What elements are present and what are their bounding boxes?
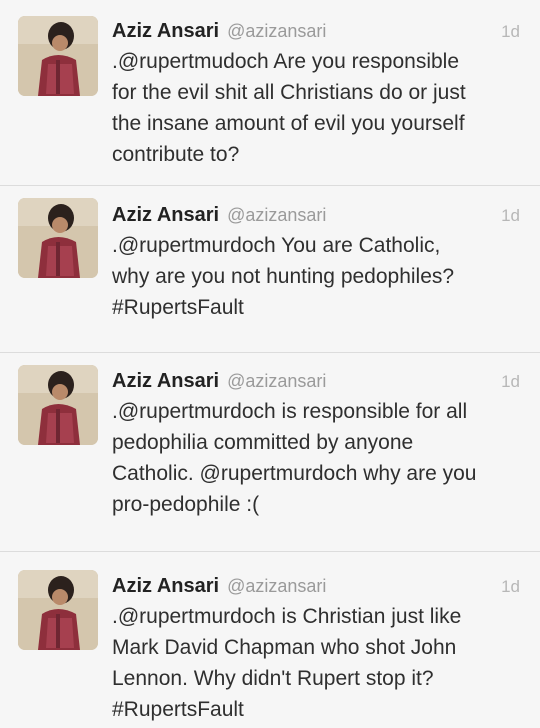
avatar-image	[18, 198, 98, 278]
author-name[interactable]: Aziz Ansari	[112, 366, 219, 396]
tweet-text: .@rupertmurdoch You are Catholic, why ar…	[112, 234, 455, 319]
author-name[interactable]: Aziz Ansari	[112, 16, 219, 46]
tweet-header: Aziz Ansari @azizansari 1d	[112, 16, 522, 46]
author-handle[interactable]: @azizansari	[227, 16, 326, 46]
avatar-image	[18, 16, 98, 96]
tweet-card[interactable]: Aziz Ansari @azizansari 1d .@rupertmurdo…	[0, 552, 540, 728]
author-handle[interactable]: @azizansari	[227, 200, 326, 230]
avatar-image	[18, 570, 98, 650]
avatar[interactable]	[18, 365, 98, 445]
author-handle[interactable]: @azizansari	[227, 571, 326, 601]
author-name[interactable]: Aziz Ansari	[112, 200, 219, 230]
author-name[interactable]: Aziz Ansari	[112, 571, 219, 601]
avatar-image	[18, 365, 98, 445]
tweet-text: .@rupertmurdoch is Christian just like M…	[112, 605, 462, 721]
author-handle[interactable]: @azizansari	[227, 366, 326, 396]
tweet-text: .@rupertmurdoch is responsible for all p…	[112, 400, 477, 516]
tweet-card[interactable]: Aziz Ansari @azizansari 1d .@rupertmurdo…	[0, 353, 540, 552]
tweet-text: .@rupertmudoch Are you responsible for t…	[112, 50, 466, 166]
tweet-card[interactable]: Aziz Ansari @azizansari 1d .@rupertmudoc…	[0, 0, 540, 186]
tweet-header: Aziz Ansari @azizansari 1d	[112, 571, 522, 601]
tweet-card[interactable]: Aziz Ansari @azizansari 1d .@rupertmurdo…	[0, 186, 540, 353]
avatar[interactable]	[18, 16, 98, 96]
tweet-time: 1d	[501, 206, 520, 225]
tweet-time: 1d	[501, 372, 520, 391]
avatar[interactable]	[18, 198, 98, 278]
avatar[interactable]	[18, 570, 98, 650]
tweet-time: 1d	[501, 22, 520, 41]
tweet-header: Aziz Ansari @azizansari 1d	[112, 366, 522, 396]
tweet-header: Aziz Ansari @azizansari 1d	[112, 200, 522, 230]
tweet-time: 1d	[501, 577, 520, 596]
tweet-timeline: Aziz Ansari @azizansari 1d .@rupertmudoc…	[0, 0, 540, 728]
